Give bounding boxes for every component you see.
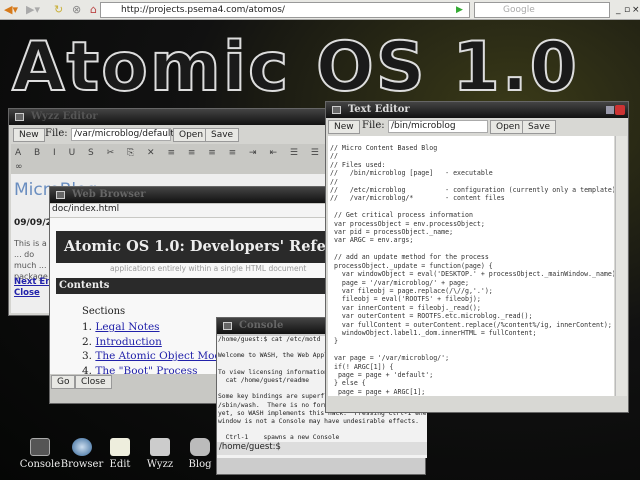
list-item: Introduction	[82, 335, 231, 350]
window-title: Console	[239, 320, 284, 331]
window-icon	[332, 106, 341, 114]
icon-label: Console	[19, 459, 61, 470]
globe-icon	[72, 438, 92, 456]
desktop-icon-console[interactable]: Console	[18, 438, 62, 470]
window-title: Text Editor	[348, 104, 410, 115]
back-icon[interactable]: ◀▾	[4, 3, 18, 17]
contents-heading: Contents	[56, 278, 340, 294]
new-button[interactable]: New	[328, 120, 360, 134]
window-icon	[15, 113, 24, 121]
desktop-icon-wyzz[interactable]: Wyzz	[138, 438, 182, 470]
reload-icon[interactable]: ↻	[54, 3, 63, 17]
open-button[interactable]: Open	[173, 128, 210, 142]
icon-label: Wyzz	[146, 459, 174, 470]
go-icon[interactable]: ▶	[456, 3, 463, 17]
list-item: Legal Notes	[82, 320, 231, 335]
desktop-icon-edit[interactable]: Edit	[98, 438, 142, 470]
new-button[interactable]: New	[13, 128, 45, 142]
close-button[interactable]: Close	[75, 375, 112, 389]
console-line: window is not a Console may have undesir…	[218, 418, 419, 426]
maximize-icon[interactable]	[606, 106, 614, 114]
browser-toolbar: ◀▾ ▶▾ ↻ ⊗ ⌂ http://projects.psema4.com/a…	[0, 0, 640, 20]
formatting-toolbar[interactable]: A B I U S ✂ ⎘ ✕ ≡ ≡ ≡ ≡ ⇥ ⇤ ☰ ☰ ∞✱ T ✎ —…	[11, 144, 329, 186]
save-button[interactable]: Save	[205, 128, 240, 142]
file-input[interactable]: /bin/microblog	[388, 120, 488, 133]
code-textarea[interactable]: // Micro Content Based Blog // // Files …	[328, 136, 614, 396]
url-bar[interactable]: http://projects.psema4.com/atomos/	[100, 2, 470, 18]
terminal-icon	[30, 438, 50, 456]
window-title: Web Browser	[72, 189, 146, 200]
go-button[interactable]: Go	[51, 375, 76, 389]
home-icon[interactable]: ⌂	[90, 3, 97, 17]
section-link[interactable]: The Atomic Object Model	[95, 350, 230, 362]
icon-label: Browser	[60, 459, 104, 470]
database-icon	[190, 438, 210, 456]
window-icon	[56, 191, 65, 199]
text-editor-title-bar[interactable]: Text Editor	[326, 102, 628, 118]
blog-body: This is a ... do much ... package	[14, 239, 48, 281]
list-item: The Atomic Object Model	[82, 349, 230, 364]
sections-list: Legal Notes Introduction The Atomic Obje…	[82, 320, 231, 375]
file-label: File:	[362, 120, 385, 131]
doc-subtitle: applications entirely within a single HT…	[110, 264, 307, 273]
window-icon	[223, 322, 232, 330]
scrollbar[interactable]	[615, 136, 627, 396]
close-link[interactable]: Close	[14, 288, 40, 298]
icon-label: Blog	[188, 459, 212, 470]
desktop-icon-blog[interactable]: Blog	[178, 438, 222, 470]
forward-icon[interactable]: ▶▾	[26, 3, 40, 17]
close-icon[interactable]: ×	[632, 3, 640, 17]
minimize-icon[interactable]: _	[616, 3, 621, 17]
open-button[interactable]: Open	[490, 120, 527, 134]
sections-label: Sections	[82, 306, 126, 317]
printer-icon	[150, 438, 170, 456]
section-link[interactable]: Introduction	[95, 336, 162, 348]
restore-icon[interactable]: ▫	[624, 3, 630, 17]
stop-icon[interactable]: ⊗	[72, 3, 81, 17]
window-title: Wyzz Editor	[31, 111, 98, 122]
save-button[interactable]: Save	[522, 120, 557, 134]
atomic-os-logo: Atomic OS 1.0	[11, 27, 579, 108]
wyzz-title-bar[interactable]: Wyzz Editor	[9, 109, 329, 125]
address-input[interactable]: doc/index.html	[50, 204, 340, 217]
doc-title: Atomic OS 1.0: Developers' Reference	[56, 231, 340, 263]
file-label: File:	[45, 128, 68, 139]
icon-label: Edit	[109, 459, 131, 470]
text-editor-window: Text Editor New File: /bin/microblog Ope…	[325, 101, 629, 413]
console-prompt[interactable]: /home/guest:$	[217, 442, 427, 455]
close-icon[interactable]	[615, 105, 625, 115]
notepad-icon	[110, 438, 130, 456]
section-link[interactable]: Legal Notes	[95, 321, 159, 333]
search-input[interactable]: Google	[474, 2, 610, 18]
list-item: The "Boot" Process	[82, 364, 231, 375]
section-link[interactable]: The "Boot" Process	[95, 365, 197, 375]
web-browser-title-bar[interactable]: Web Browser	[50, 187, 338, 203]
file-input[interactable]: /var/microblog/default	[71, 128, 174, 141]
